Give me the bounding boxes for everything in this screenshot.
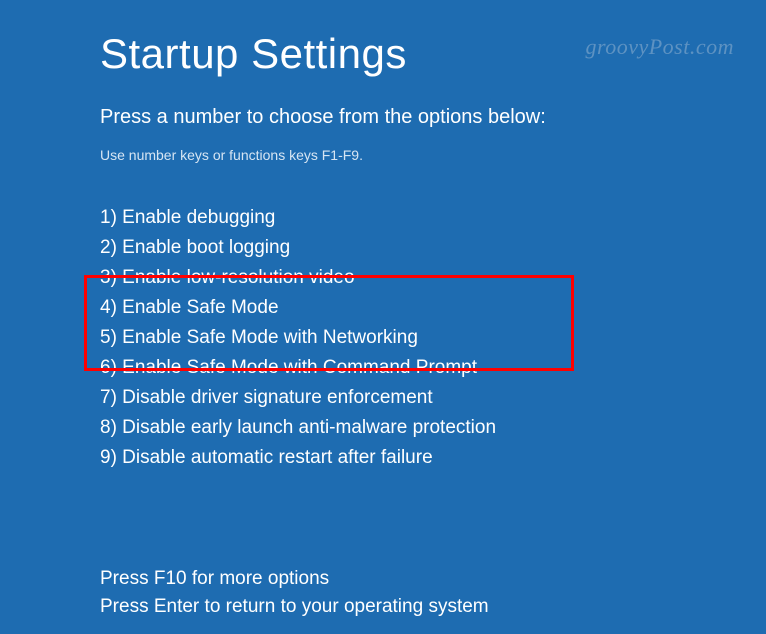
option-4-enable-safe-mode[interactable]: 4) Enable Safe Mode	[100, 293, 766, 323]
watermark-text: groovyPost.com	[585, 34, 734, 60]
instruction-text: Press a number to choose from the option…	[100, 106, 766, 129]
option-3-enable-low-resolution-video[interactable]: 3) Enable low-resolution video	[100, 263, 766, 293]
option-1-enable-debugging[interactable]: 1) Enable debugging	[100, 203, 766, 233]
options-list: 1) Enable debugging 2) Enable boot loggi…	[100, 203, 766, 473]
option-8-disable-early-launch-antimalware[interactable]: 8) Disable early launch anti-malware pro…	[100, 413, 766, 443]
return-hint: Press Enter to return to your operating …	[100, 593, 766, 621]
footer: Press F10 for more options Press Enter t…	[100, 565, 766, 621]
startup-settings-screen: Startup Settings Press a number to choos…	[0, 0, 766, 621]
hint-text: Use number keys or functions keys F1-F9.	[100, 147, 766, 163]
option-2-enable-boot-logging[interactable]: 2) Enable boot logging	[100, 233, 766, 263]
more-options-hint: Press F10 for more options	[100, 565, 766, 593]
option-5-enable-safe-mode-networking[interactable]: 5) Enable Safe Mode with Networking	[100, 323, 766, 353]
option-6-enable-safe-mode-command-prompt[interactable]: 6) Enable Safe Mode with Command Prompt	[100, 353, 766, 383]
option-9-disable-automatic-restart[interactable]: 9) Disable automatic restart after failu…	[100, 443, 766, 473]
option-7-disable-driver-signature[interactable]: 7) Disable driver signature enforcement	[100, 383, 766, 413]
